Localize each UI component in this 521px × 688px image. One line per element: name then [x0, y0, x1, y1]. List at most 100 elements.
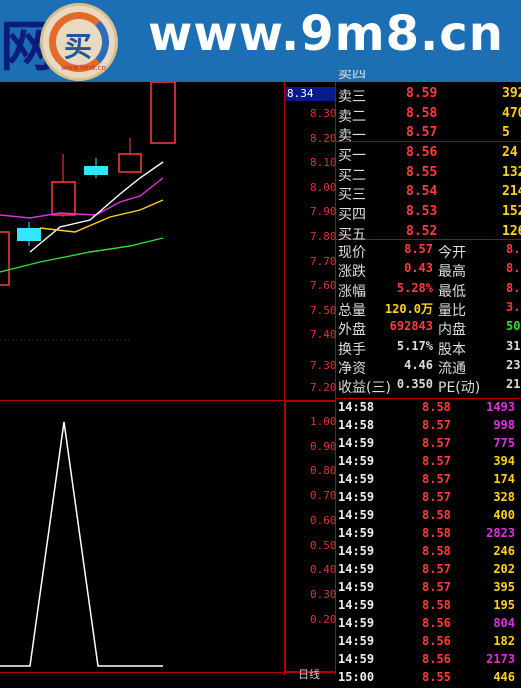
tick-time: 14:59 — [338, 508, 375, 522]
tick-time: 14:59 — [338, 454, 375, 468]
tick-time: 14:58 — [338, 418, 375, 432]
ob-price: 8.56 — [406, 145, 438, 160]
price-axis-label: 8.30 — [310, 107, 337, 120]
stat-label: 流通 — [438, 360, 466, 377]
tick-volume: 2823 — [486, 526, 515, 540]
tick-price: 8.58 — [422, 508, 451, 522]
tick-volume: 328 — [493, 490, 515, 504]
tick-price: 8.57 — [422, 490, 451, 504]
stat-value: 5.28% — [396, 280, 433, 295]
tick-volume: 775 — [493, 436, 515, 450]
stat-label: 净资 — [338, 360, 366, 377]
ma-line-magenta — [0, 177, 164, 219]
ob-label: 买三 — [338, 187, 366, 204]
tick-row[interactable]: 14:58 8.57 998 — [338, 418, 521, 436]
candle-down — [17, 228, 41, 241]
stat-value: 8.1 — [506, 242, 521, 256]
tick-time: 14:59 — [338, 652, 375, 666]
ob-price: 8.52 — [406, 223, 438, 239]
order-book-row[interactable]: 卖一 8.57 5 — [336, 125, 521, 144]
indicator-axis-label: 0.50 — [310, 538, 337, 552]
tick-row[interactable]: 14:59 8.56 182 — [338, 634, 521, 652]
stat-value: 120.0万 — [384, 301, 433, 316]
order-book-row[interactable]: 买四 8.53 152 — [336, 204, 521, 223]
stat-label: 外盘 — [338, 322, 366, 339]
tick-row[interactable]: 14:59 8.57 775 — [338, 436, 521, 454]
order-book-row[interactable]: 买五 8.52 126 — [336, 224, 521, 243]
candle-down — [84, 166, 108, 175]
indicator-axis-label: 0.40 — [310, 563, 337, 577]
order-book-row[interactable]: 卖二 8.58 470 — [336, 106, 521, 125]
ob-label: 买五 — [338, 226, 366, 243]
tick-volume: 1493 — [486, 400, 515, 414]
price-axis-label: 7.70 — [310, 254, 337, 268]
tick-row[interactable]: 14:59 8.57 328 — [338, 490, 521, 508]
order-book-row[interactable]: 卖三 8.59 392 — [336, 86, 521, 105]
ma-line-green — [0, 237, 164, 273]
ob-label: 卖二 — [338, 108, 366, 125]
tick-volume: 804 — [493, 616, 515, 630]
ob-volume: 5 — [502, 125, 510, 140]
stat-label: 总量 — [338, 302, 366, 319]
tick-volume: 394 — [493, 454, 515, 468]
tick-row[interactable]: 14:59 8.58 2823 — [338, 526, 521, 544]
tick-price: 8.58 — [422, 544, 451, 558]
stat-value: 31.4 — [506, 338, 521, 353]
tick-price: 8.58 — [422, 400, 451, 414]
tick-time: 14:59 — [338, 580, 375, 594]
stats-divider — [336, 398, 521, 399]
stat-label: 涨跌 — [338, 264, 366, 281]
candle-up — [118, 153, 142, 173]
indicator-axis-label: 0.70 — [310, 489, 337, 503]
tick-price: 8.57 — [422, 472, 451, 486]
tick-row[interactable]: 14:59 8.56 804 — [338, 616, 521, 634]
ob-price: 8.59 — [406, 86, 438, 101]
stat-row: 总量 120.0万量比 3.3 — [336, 300, 521, 319]
price-axis-label: 7.60 — [310, 279, 337, 293]
tick-price: 8.56 — [422, 634, 451, 648]
tick-time: 14:59 — [338, 472, 375, 486]
tick-row[interactable]: 14:59 8.56 2173 — [338, 652, 521, 670]
stat-value: 3.3 — [506, 299, 521, 314]
order-book-row[interactable]: 买二 8.55 132 — [336, 165, 521, 184]
logo-url: www.9m8.cn — [61, 64, 106, 72]
tick-time: 14:59 — [338, 544, 375, 558]
tick-row[interactable]: 14:59 8.58 195 — [338, 598, 521, 616]
price-axis-label: 7.30 — [310, 359, 337, 372]
tick-row[interactable]: 14:59 8.57 202 — [338, 562, 521, 580]
ob-price: 8.54 — [406, 184, 438, 200]
price-axis-label: 7.40 — [310, 328, 337, 342]
stat-label: PE(动) — [438, 380, 481, 397]
tick-volume: 446 — [493, 670, 515, 684]
stat-value: 8.57 — [404, 242, 433, 256]
order-book-row[interactable]: 买三 8.54 214 — [336, 184, 521, 203]
tick-time: 14:59 — [338, 634, 375, 648]
tick-row[interactable]: 14:59 8.58 246 — [338, 544, 521, 562]
tick-row[interactable]: 14:59 8.57 174 — [338, 472, 521, 490]
stat-row: 现价 8.57 今开 8.1 — [336, 242, 521, 261]
tick-volume: 2173 — [486, 652, 515, 666]
candle-up — [150, 82, 176, 144]
tick-row[interactable]: 14:59 8.57 394 — [338, 454, 521, 472]
tick-price: 8.57 — [422, 562, 451, 576]
tick-row[interactable]: 14:58 8.58 1493 — [338, 400, 521, 418]
tick-time: 15:00 — [338, 670, 375, 684]
ob-volume: 132 — [502, 164, 521, 180]
tick-row[interactable]: 14:59 8.57 395 — [338, 580, 521, 598]
site-logo-icon: 买 www.9m8.cn — [40, 3, 118, 81]
indicator-axis-label: 0.60 — [310, 513, 337, 527]
indicator-axis-label: 0.90 — [310, 439, 337, 453]
price-axis-label: 7.20 — [310, 381, 337, 394]
ob-price: 8.53 — [406, 204, 438, 220]
banner-url: www.9m8.cn — [148, 6, 504, 62]
tick-time: 14:59 — [338, 616, 375, 630]
stat-label: 今开 — [438, 245, 466, 261]
stat-value: 8.6 — [506, 261, 521, 276]
order-book-row[interactable]: 买一 8.56 24 — [336, 145, 521, 164]
ob-volume: 126 — [502, 223, 521, 239]
tick-row[interactable]: 15:00 8.55 446 — [338, 670, 521, 688]
price-axis-label: 7.50 — [310, 303, 337, 317]
tick-row[interactable]: 14:59 8.58 400 — [338, 508, 521, 526]
indicator-axis-label: 0.30 — [310, 587, 337, 601]
tick-volume: 182 — [493, 634, 515, 648]
